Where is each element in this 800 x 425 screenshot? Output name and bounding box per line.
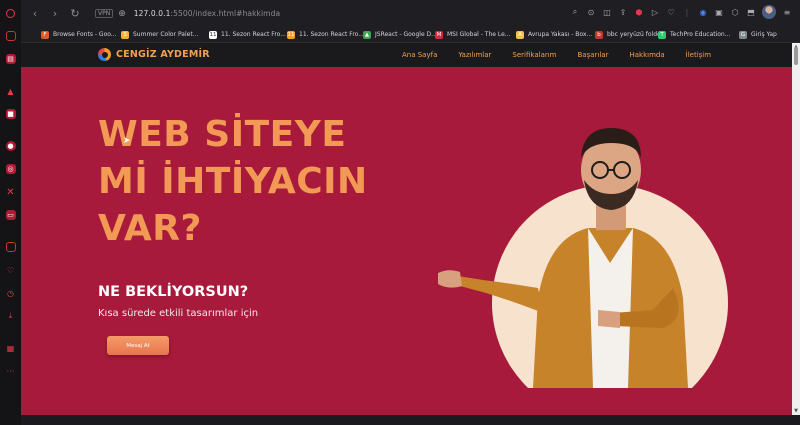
vpn-badge[interactable]: VPN: [95, 9, 114, 18]
download-icon[interactable]: ⤓: [6, 311, 16, 321]
main-menu: Ana Sayfa Yazılımlar Serifikalarım Başar…: [402, 51, 732, 59]
page-viewport: CENGİZ AYDEMİR Ana Sayfa Yazılımlar Seri…: [21, 43, 792, 415]
divider-icon: |: [685, 7, 689, 17]
forward-icon[interactable]: ›: [47, 6, 63, 22]
triangle-icon[interactable]: ▲: [6, 86, 16, 96]
bookmark-label: bbc yeryüzü folder: [607, 31, 664, 38]
headline-line-2: Mİ İHTİYACIN: [98, 161, 368, 202]
profile-avatar[interactable]: [762, 5, 776, 19]
bookmark-heart-icon[interactable]: ♡: [666, 7, 676, 17]
opera-sidebar: ▤ ▲ ■ ● ◎ ✕ ▭ ♡ ◷ ⤓ ▦ ···: [0, 0, 21, 425]
extensions-icon[interactable]: ⬡: [730, 7, 740, 17]
send-message-button[interactable]: Mesaj At: [107, 336, 169, 355]
search-icon[interactable]: ⌕: [570, 7, 580, 17]
back-icon[interactable]: ‹: [27, 6, 43, 22]
bookmark-favicon-icon: ▲: [363, 30, 371, 39]
bookmark-label: 11. Sezon React Fro...: [221, 31, 286, 38]
bookmark-item[interactable]: M MSI Global - The Le...: [435, 30, 511, 39]
menu-icon[interactable]: ≡: [782, 7, 792, 17]
bookmark-favicon-icon: A: [516, 30, 524, 39]
bookmark-item[interactable]: ▲ JSReact - Google D...: [363, 30, 437, 39]
hero-tagline: Kısa sürede etkili tasarımlar için: [98, 308, 259, 319]
bookmark-favicon-icon: b: [595, 30, 603, 39]
gallery-icon[interactable]: ▣: [714, 7, 724, 17]
camera-icon[interactable]: ◫: [602, 7, 612, 17]
bookmarks-bar: F Browse Fonts - Goo... S Summer Color Pale…: [21, 27, 800, 43]
messenger-icon[interactable]: ◉: [698, 7, 708, 17]
browser-toolbar: ‹ › ↻ VPN ⊕ 127.0.0.1:5500/index.html#ha…: [21, 0, 800, 27]
bookmark-label: MSI Global - The Le...: [447, 31, 511, 38]
brand[interactable]: CENGİZ AYDEMİR: [98, 48, 210, 61]
clock-icon[interactable]: ◷: [6, 288, 16, 298]
zoom-icon[interactable]: ⊙: [586, 7, 596, 17]
bag-icon[interactable]: [5, 31, 16, 41]
url-path: :5500/index.html#hakkimda: [170, 9, 281, 18]
toolbar-actions: ⌕ ⊙ ◫ ⇪ ⬢ ▷ ♡ | ◉ ▣ ⬡ ⬒ ≡: [570, 5, 792, 19]
headline-line-1: WEB SİTEYE: [98, 114, 347, 155]
brand-logo-icon: [98, 48, 111, 61]
bookmark-favicon-icon: M: [435, 30, 443, 39]
instagram-icon[interactable]: ◎: [5, 164, 16, 174]
scroll-down-icon[interactable]: ▼: [792, 408, 800, 414]
bookmark-favicon-icon: F: [41, 30, 49, 39]
globe-icon: ⊕: [118, 8, 126, 19]
brand-name: CENGİZ AYDEMİR: [116, 49, 210, 60]
left-hand-shape: [438, 270, 462, 288]
menu-item-basarilar[interactable]: Başarılar: [578, 51, 609, 59]
address-bar[interactable]: 127.0.0.1:5500/index.html#hakkimda: [134, 9, 280, 18]
bookmark-label: Giriş Yap: [751, 31, 777, 38]
bookmark-favicon-icon: G: [739, 30, 747, 39]
bookmark-favicon-icon: 11: [287, 30, 295, 39]
headline-line-3: VAR?: [98, 208, 202, 249]
bookmark-label: TechPro Education...: [670, 31, 731, 38]
right-hand-shape: [598, 310, 620, 328]
url-host: 127.0.0.1: [133, 9, 171, 18]
bookmark-item[interactable]: 11 11. Sezon React Fro...: [209, 30, 286, 39]
bookmark-item[interactable]: A Avrupa Yakası - Box...: [516, 30, 593, 39]
play-icon[interactable]: ▷: [650, 7, 660, 17]
grid-icon[interactable]: ▦: [6, 343, 16, 353]
menu-item-sertifikalar[interactable]: Serifikalarım: [512, 51, 556, 59]
heart-icon[interactable]: ♡: [6, 265, 16, 275]
site-navbar: CENGİZ AYDEMİR Ana Sayfa Yazılımlar Seri…: [21, 43, 792, 67]
square-icon[interactable]: ■: [5, 109, 16, 119]
x-icon[interactable]: ✕: [6, 187, 16, 198]
page-scrollbar[interactable]: [792, 43, 800, 415]
mouse-cursor-icon: ➤: [123, 136, 131, 146]
bookmark-label: 11. Sezon React Fro...: [299, 31, 364, 38]
bookmark-item[interactable]: T TechPro Education...: [658, 30, 731, 39]
tv-icon[interactable]: ▭: [5, 210, 16, 220]
hero-person-image: [438, 128, 728, 388]
bookmark-item[interactable]: S Summer Color Palet...: [121, 30, 199, 39]
hero-headline: WEB SİTEYE Mİ İHTİYACIN VAR?: [98, 111, 428, 252]
menu-item-hakkimda[interactable]: Hakkımda: [629, 51, 664, 59]
bookmark-label: JSReact - Google D...: [375, 31, 437, 38]
browser-window: ▤ ▲ ■ ● ◎ ✕ ▭ ♡ ◷ ⤓ ▦ ··· ‹ › ↻ VPN ⊕ 12…: [0, 0, 800, 425]
scrollbar-thumb[interactable]: [794, 47, 798, 65]
bookmark-item[interactable]: b bbc yeryüzü folder: [595, 30, 664, 39]
menu-item-ana-sayfa[interactable]: Ana Sayfa: [402, 51, 437, 59]
share-icon[interactable]: ⇪: [618, 7, 628, 17]
more-icon[interactable]: ···: [6, 366, 16, 376]
calendar-icon[interactable]: [5, 242, 16, 252]
hero-subheading: NE BEKLİYORSUN?: [98, 284, 249, 300]
adblock-icon[interactable]: ⬢: [634, 7, 644, 17]
bookmark-favicon-icon: T: [658, 30, 666, 39]
bookmark-label: Summer Color Palet...: [133, 31, 199, 38]
bookmark-item[interactable]: 11 11. Sezon React Fro...: [287, 30, 364, 39]
menu-item-iletisim[interactable]: İletişim: [686, 51, 711, 59]
opera-logo-icon[interactable]: [6, 9, 15, 18]
news-icon[interactable]: ▤: [5, 54, 16, 64]
bookmark-favicon-icon: 11: [209, 30, 217, 39]
bookmark-item[interactable]: F Browse Fonts - Goo...: [41, 30, 117, 39]
bookmark-label: Browse Fonts - Goo...: [53, 31, 117, 38]
menu-item-yazilimlar[interactable]: Yazılımlar: [458, 51, 491, 59]
circle-icon[interactable]: ●: [5, 141, 16, 151]
reload-icon[interactable]: ↻: [67, 6, 83, 22]
bookmark-label: Avrupa Yakası - Box...: [528, 31, 593, 38]
wallet-icon[interactable]: ⬒: [746, 7, 756, 17]
bookmark-favicon-icon: S: [121, 30, 129, 39]
bookmark-item[interactable]: G Giriş Yap: [739, 30, 777, 39]
